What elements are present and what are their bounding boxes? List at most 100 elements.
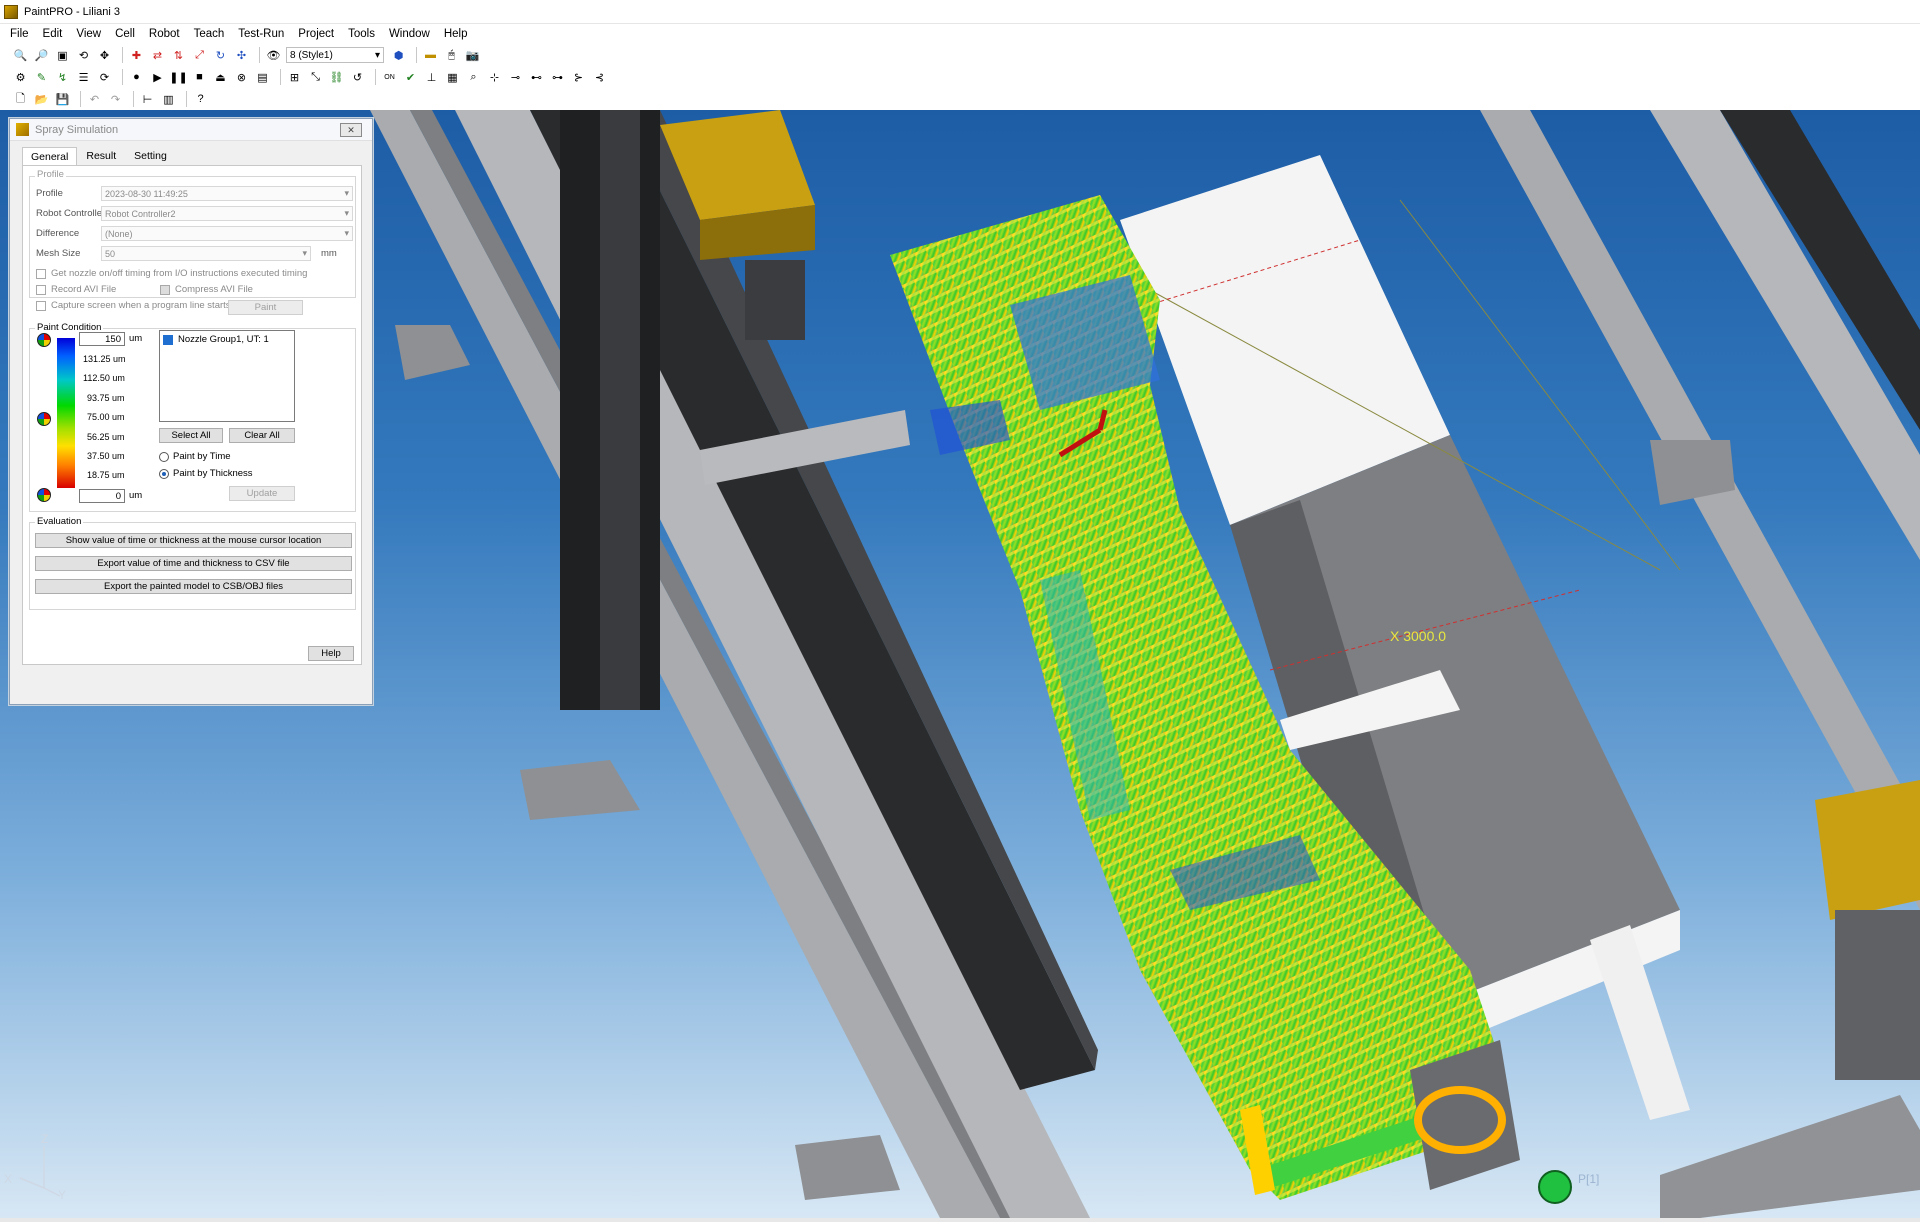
view-direction-icon[interactable]: ⬢ bbox=[390, 47, 407, 64]
move-y-icon[interactable]: ⇅ bbox=[170, 47, 187, 64]
pause-icon[interactable]: ❚❚ bbox=[169, 69, 187, 86]
frame-b-icon[interactable]: ⊸ bbox=[507, 69, 524, 86]
nozzle-group-list[interactable]: Nozzle Group1, UT: 1 bbox=[159, 330, 295, 422]
display-style-icon[interactable]: 👁 bbox=[265, 47, 282, 64]
path-icon[interactable]: ↯ bbox=[54, 69, 71, 86]
paint-button[interactable]: Paint bbox=[228, 300, 303, 315]
bracket bbox=[520, 760, 640, 820]
frame-d-icon[interactable]: ⊶ bbox=[549, 69, 566, 86]
tab-setting[interactable]: Setting bbox=[125, 147, 176, 165]
style-combo[interactable]: 8 (Style1) ▾ bbox=[286, 47, 384, 63]
teach-icon[interactable]: ✎ bbox=[33, 69, 50, 86]
max-thickness-input[interactable] bbox=[79, 332, 125, 346]
program-icon[interactable]: ☰ bbox=[75, 69, 92, 86]
update-button[interactable]: Update bbox=[229, 486, 295, 501]
zoom-icon[interactable]: 🔍 bbox=[12, 47, 29, 64]
new-file-icon[interactable]: 🗋 bbox=[12, 91, 29, 108]
menu-robot[interactable]: Robot bbox=[149, 28, 180, 40]
rotate-icon[interactable]: ⟲ bbox=[75, 47, 92, 64]
paint-by-time-radio[interactable]: Paint by Time bbox=[159, 451, 231, 462]
check-icon[interactable]: ✔ bbox=[402, 69, 419, 86]
checkbox-box bbox=[163, 334, 173, 345]
help-button[interactable]: Help bbox=[308, 646, 354, 661]
move-x-icon[interactable]: ⇄ bbox=[149, 47, 166, 64]
menu-window[interactable]: Window bbox=[389, 28, 430, 40]
mesh-size-select[interactable]: 50 ▾ bbox=[101, 246, 311, 261]
chevron-down-icon: ▾ bbox=[302, 248, 307, 258]
online-icon[interactable]: ON bbox=[381, 69, 398, 86]
tab-result[interactable]: Result bbox=[77, 147, 125, 165]
paint-by-thickness-radio[interactable]: Paint by Thickness bbox=[159, 468, 253, 479]
measure-icon[interactable]: ⊥ bbox=[423, 69, 440, 86]
help-icon[interactable]: ? bbox=[192, 91, 209, 108]
record-avi-checkbox[interactable]: Record AVI File bbox=[36, 284, 116, 295]
panel-icon[interactable]: ▤ bbox=[254, 69, 271, 86]
abort-icon[interactable]: ⊗ bbox=[233, 69, 250, 86]
profile-select[interactable]: 2023-08-30 11:49:25 ▾ bbox=[101, 186, 353, 201]
frame-a-icon[interactable]: ⊹ bbox=[486, 69, 503, 86]
robot-icon[interactable]: ⚙ bbox=[12, 69, 29, 86]
play-icon[interactable]: ▶ bbox=[149, 69, 166, 86]
open-folder-icon[interactable]: 📂 bbox=[33, 91, 50, 108]
nozzle-timing-checkbox[interactable]: Get nozzle on/off timing from I/O instru… bbox=[36, 268, 307, 279]
rotate-axis-icon[interactable]: ↻ bbox=[212, 47, 229, 64]
capture-screen-checkbox[interactable]: Capture screen when a program line start… bbox=[36, 300, 231, 311]
search-icon[interactable]: ⌕ bbox=[465, 69, 482, 86]
snap-icon[interactable]: ✣ bbox=[233, 47, 250, 64]
mouse-icon[interactable]: 🖱 bbox=[443, 47, 460, 64]
menu-teach[interactable]: Teach bbox=[194, 28, 225, 40]
tree-icon[interactable]: ⊢ bbox=[139, 91, 156, 108]
redo-icon[interactable]: ↷ bbox=[107, 91, 124, 108]
color-wheel-icon[interactable] bbox=[37, 333, 51, 347]
stop-icon[interactable]: ■ bbox=[191, 69, 208, 86]
color-wheel-icon[interactable] bbox=[37, 412, 51, 426]
eject-icon[interactable]: ⏏ bbox=[212, 69, 229, 86]
menu-view[interactable]: View bbox=[76, 28, 101, 40]
checkbox-box bbox=[160, 284, 170, 295]
menu-project[interactable]: Project bbox=[298, 28, 334, 40]
menu-test-run[interactable]: Test-Run bbox=[238, 28, 284, 40]
max-unit: um bbox=[129, 333, 143, 344]
link-icon[interactable]: ⛓ bbox=[328, 69, 345, 86]
menu-cell[interactable]: Cell bbox=[115, 28, 135, 40]
move-icon[interactable]: ✚ bbox=[128, 47, 145, 64]
close-button[interactable]: ✕ bbox=[340, 123, 362, 137]
color-wheel-icon[interactable] bbox=[37, 488, 51, 502]
move-z-icon[interactable]: ⤢ bbox=[191, 47, 208, 64]
frame-e-icon[interactable]: ⊱ bbox=[570, 69, 587, 86]
save-icon[interactable]: 💾 bbox=[54, 91, 71, 108]
frame-c-icon[interactable]: ⊷ bbox=[528, 69, 545, 86]
undo-icon[interactable]: ↶ bbox=[86, 91, 103, 108]
select-all-button[interactable]: Select All bbox=[159, 428, 223, 443]
camera-icon[interactable]: 📷 bbox=[464, 47, 481, 64]
difference-select[interactable]: (None) ▾ bbox=[101, 226, 353, 241]
robot-controller-select[interactable]: Robot Controller2 ▾ bbox=[101, 206, 353, 221]
list-item[interactable]: Nozzle Group1, UT: 1 bbox=[163, 334, 269, 345]
refresh-icon[interactable]: ↺ bbox=[349, 69, 366, 86]
pan-icon[interactable]: ✥ bbox=[96, 47, 113, 64]
menu-tools[interactable]: Tools bbox=[348, 28, 375, 40]
ruler-icon[interactable]: ▬ bbox=[422, 47, 439, 64]
io-icon[interactable]: ⊞ bbox=[286, 69, 303, 86]
checkbox-box bbox=[36, 268, 46, 279]
menu-help[interactable]: Help bbox=[444, 28, 468, 40]
scale-icon[interactable]: ⤡ bbox=[307, 69, 324, 86]
min-thickness-input[interactable] bbox=[79, 489, 125, 503]
frame-f-icon[interactable]: ⊰ bbox=[591, 69, 608, 86]
show-value-button[interactable]: Show value of time or thickness at the m… bbox=[35, 533, 352, 548]
clear-all-button[interactable]: Clear All bbox=[229, 428, 295, 443]
fit-icon[interactable]: ▣ bbox=[54, 47, 71, 64]
menu-file[interactable]: File bbox=[10, 28, 29, 40]
chart-icon[interactable]: ▥ bbox=[160, 91, 177, 108]
cycle-icon[interactable]: ⟳ bbox=[96, 69, 113, 86]
compress-avi-checkbox[interactable]: Compress AVI File bbox=[160, 284, 253, 295]
zoom-window-icon[interactable]: 🔎 bbox=[33, 47, 50, 64]
dialog-title-bar[interactable]: Spray Simulation bbox=[10, 119, 372, 141]
grid-icon[interactable]: ▦ bbox=[444, 69, 461, 86]
tab-general[interactable]: General bbox=[22, 147, 78, 165]
robot-position-label: P[1] bbox=[1578, 1172, 1600, 1186]
export-csv-button[interactable]: Export value of time and thickness to CS… bbox=[35, 556, 352, 571]
record-icon[interactable]: ● bbox=[128, 69, 145, 86]
export-model-button[interactable]: Export the painted model to CSB/OBJ file… bbox=[35, 579, 352, 594]
menu-edit[interactable]: Edit bbox=[43, 28, 63, 40]
